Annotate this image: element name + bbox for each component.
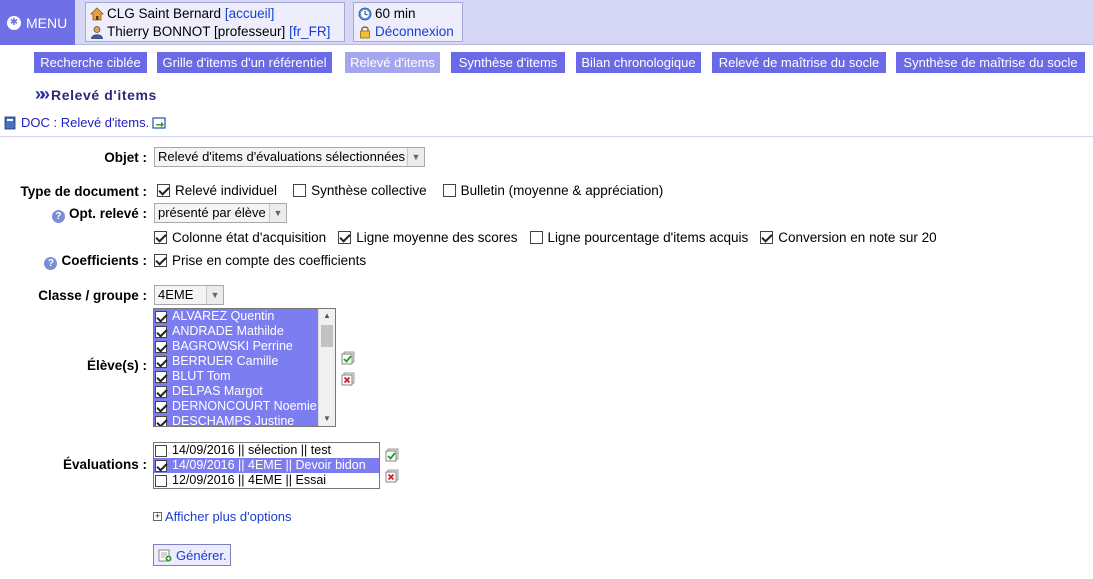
- doc-link[interactable]: DOC : Relevé d'items.: [21, 115, 149, 130]
- type-document-options: Relevé individuel Synthèse collective Bu…: [157, 183, 663, 198]
- nav-recherche-ciblee[interactable]: Recherche ciblée: [34, 52, 147, 73]
- more-options-label[interactable]: Afficher plus d'options: [165, 509, 292, 524]
- nav-releve-items[interactable]: Relevé d'items: [345, 52, 440, 73]
- gear-icon: ✱: [7, 15, 21, 30]
- language-link[interactable]: [fr_FR]: [289, 23, 330, 41]
- bulletin-checkbox[interactable]: [442, 184, 456, 197]
- report-nav: Recherche ciblée Grille d'items d'un réf…: [0, 52, 1093, 73]
- double-chevron-icon: »»: [35, 84, 50, 104]
- colonne-etat-label: Colonne état d'acquisition: [172, 230, 327, 245]
- divider: [0, 136, 1093, 137]
- list-item[interactable]: DELPAS Margot: [154, 384, 335, 399]
- clock-icon: [358, 7, 372, 21]
- conversion-note-label: Conversion en note sur 20: [778, 230, 937, 245]
- releve-individuel-checkbox[interactable]: [157, 184, 170, 197]
- releve-individuel-label: Relevé individuel: [175, 183, 278, 198]
- home-icon: [90, 7, 104, 21]
- user-icon: [91, 26, 103, 39]
- generate-icon: [158, 549, 172, 562]
- scroll-up-icon[interactable]: ▲: [319, 309, 335, 323]
- generate-label: Générer.: [176, 547, 227, 563]
- logout-link[interactable]: Déconnexion: [375, 23, 454, 41]
- chevron-down-icon: ▼: [206, 286, 223, 304]
- opt-releve-select[interactable]: présenté par élève ▼: [154, 203, 287, 223]
- coefficients-option-label: Prise en compte des coefficients: [172, 253, 367, 268]
- session-box: 60 min Déconnexion: [353, 2, 463, 42]
- classe-groupe-label: Classe / groupe :: [38, 288, 147, 303]
- objet-select[interactable]: Relevé d'items d'évaluations sélectionné…: [154, 147, 425, 167]
- menu-button[interactable]: ✱ MENU: [0, 0, 75, 45]
- opt-releve-label: Opt. relevé :: [68, 206, 147, 221]
- opt-releve-options: Colonne état d'acquisition Ligne moyenne…: [154, 230, 937, 245]
- ligne-pourcentage-checkbox[interactable]: [529, 231, 543, 244]
- list-item[interactable]: ANDRADE Mathilde: [154, 324, 335, 339]
- list-item[interactable]: DESCHAMPS Justine: [154, 414, 335, 426]
- scroll-thumb[interactable]: [321, 325, 333, 347]
- nav-bilan-chronologique[interactable]: Bilan chronologique: [576, 52, 701, 73]
- objet-label: Objet :: [104, 150, 147, 165]
- synthese-collective-checkbox[interactable]: [293, 184, 307, 197]
- help-icon[interactable]: ?: [51, 210, 65, 223]
- coefficients-option: Prise en compte des coefficients: [154, 253, 366, 268]
- generate-button[interactable]: Générer.: [153, 544, 231, 566]
- home-link[interactable]: [accueil]: [225, 5, 275, 23]
- list-item[interactable]: BAGROWSKI Perrine: [154, 339, 335, 354]
- establishment-name: CLG Saint Bernard: [107, 6, 222, 21]
- user-name: Thierry BONNOT [professeur]: [107, 24, 286, 39]
- external-link-icon[interactable]: [152, 116, 166, 130]
- list-item[interactable]: ALVAREZ Quentin: [154, 309, 335, 324]
- chevron-down-icon: ▼: [269, 204, 286, 222]
- page-title-text: Relevé d'items: [51, 86, 157, 103]
- evaluations-label: Évaluations :: [62, 457, 147, 472]
- check-all-icon[interactable]: [385, 448, 399, 462]
- page-title: »» Relevé d'items: [35, 84, 157, 105]
- uncheck-all-icon[interactable]: [385, 469, 399, 483]
- help-icon[interactable]: ?: [44, 257, 58, 270]
- list-item[interactable]: DERNONCOURT Noemie: [154, 399, 335, 414]
- doc-link-bar[interactable]: DOC : Relevé d'items.: [3, 115, 169, 130]
- colonne-etat-checkbox[interactable]: [154, 231, 167, 244]
- opt-releve-select-value: présenté par élève: [158, 205, 266, 220]
- list-item[interactable]: BLUT Tom: [154, 369, 335, 384]
- nav-grille-items[interactable]: Grille d'items d'un référentiel: [157, 52, 332, 73]
- book-icon: [4, 116, 16, 129]
- session-time: 60 min: [375, 6, 416, 21]
- conversion-note-checkbox[interactable]: [760, 231, 774, 244]
- eleves-listbox[interactable]: ALVAREZ Quentin ANDRADE Mathilde BAGROWS…: [153, 308, 336, 427]
- check-all-icon[interactable]: [341, 351, 355, 365]
- nav-releve-maitrise-socle[interactable]: Relevé de maîtrise du socle: [712, 52, 886, 73]
- nav-synthese-items[interactable]: Synthèse d'items: [451, 52, 565, 73]
- ligne-moyenne-label: Ligne moyenne des scores: [356, 230, 518, 245]
- classe-groupe-value: 4EME: [158, 287, 194, 302]
- evaluations-listbox[interactable]: 14/09/2016 || sélection || test 14/09/20…: [153, 442, 380, 489]
- ligne-pourcentage-label: Ligne pourcentage d'items acquis: [547, 230, 749, 245]
- expand-plus-icon: +: [153, 511, 162, 521]
- list-item[interactable]: 12/09/2016 || 4EME || Essai: [154, 473, 379, 488]
- menu-label: MENU: [26, 14, 68, 31]
- eleves-label: Élève(s) :: [86, 358, 147, 373]
- coefficients-checkbox[interactable]: [154, 254, 167, 267]
- nav-synthese-maitrise-socle[interactable]: Synthèse de maîtrise du socle: [896, 52, 1085, 73]
- bulletin-label: Bulletin (moyenne & appréciation): [460, 183, 664, 198]
- scroll-down-icon[interactable]: ▼: [319, 412, 335, 426]
- classe-groupe-select[interactable]: 4EME ▼: [154, 285, 224, 305]
- synthese-collective-label: Synthèse collective: [311, 183, 427, 198]
- list-item[interactable]: 14/09/2016 || sélection || test: [154, 443, 379, 458]
- coefficients-label-wrap: ? Coefficients :: [0, 253, 147, 270]
- chevron-down-icon: ▼: [407, 148, 424, 166]
- objet-select-value: Relevé d'items d'évaluations sélectionné…: [158, 149, 406, 164]
- more-options-toggle[interactable]: + Afficher plus d'options: [153, 509, 292, 524]
- type-document-label: Type de document :: [20, 184, 147, 199]
- eleves-scrollbar[interactable]: ▲ ▼: [318, 309, 335, 426]
- ligne-moyenne-checkbox[interactable]: [338, 231, 352, 244]
- list-item[interactable]: 14/09/2016 || 4EME || Devoir bidon: [154, 458, 379, 473]
- top-bar: ✱ MENU CLG Saint Bernard [accueil] Thier…: [0, 0, 1093, 45]
- list-item[interactable]: BERRUER Camille: [154, 354, 335, 369]
- lock-icon: [360, 26, 370, 39]
- user-info-box: CLG Saint Bernard [accueil] Thierry BONN…: [85, 2, 345, 42]
- uncheck-all-icon[interactable]: [341, 372, 355, 386]
- coefficients-label: Coefficients :: [61, 253, 147, 268]
- opt-releve-label-wrap: ? Opt. relevé :: [0, 206, 147, 223]
